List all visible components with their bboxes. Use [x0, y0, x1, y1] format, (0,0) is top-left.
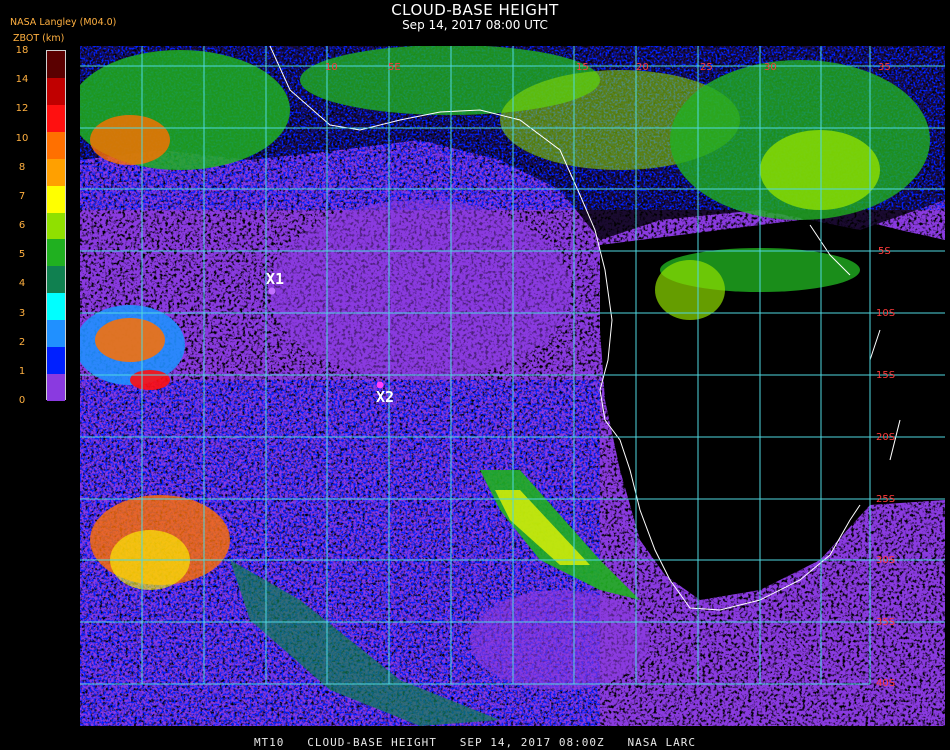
footer-caption: MT10 CLOUD-BASE HEIGHT SEP 14, 2017 08:0…	[253, 736, 697, 749]
satellite-map: 10 5E 15 20 25 30 35 5S 10S 15S 20S 25S …	[80, 45, 945, 726]
lat-label: 10S	[876, 308, 895, 319]
lat-label: 40S	[876, 678, 895, 689]
marker-x1-dot	[268, 287, 276, 295]
lon-label: 30	[764, 62, 777, 73]
marker-x1-label: X1	[266, 270, 284, 288]
marker-x2-label: X2	[376, 388, 394, 406]
color-swatch	[47, 185, 65, 213]
color-swatch	[47, 320, 65, 348]
color-swatch	[47, 293, 65, 321]
color-scale-tick: 8	[18, 161, 26, 173]
color-scale-tick: 10	[15, 132, 29, 144]
lon-label: 10	[325, 62, 338, 73]
color-scale-bar	[46, 50, 66, 402]
color-swatch	[47, 131, 65, 159]
color-swatch	[47, 77, 65, 105]
lon-label: 35	[878, 62, 891, 73]
lat-label: 20S	[876, 432, 895, 443]
color-scale-tick: 0	[18, 395, 26, 406]
color-swatch	[47, 212, 65, 240]
color-scale-tick: 18	[15, 45, 29, 56]
color-scale-tick: 12	[15, 103, 29, 115]
color-scale-tick: 7	[18, 190, 26, 202]
color-scale-tick: 14	[15, 74, 29, 86]
lat-label: 5S	[878, 246, 891, 257]
lon-label: 20	[636, 62, 649, 73]
lat-label: 30S	[876, 555, 895, 566]
color-swatch	[47, 374, 65, 402]
cloud-field	[80, 46, 945, 726]
color-swatch	[47, 347, 65, 375]
color-scale-tick: 2	[18, 336, 26, 348]
color-swatch	[47, 158, 65, 186]
lat-label: 35S	[876, 617, 895, 628]
lon-label: 5E	[388, 62, 401, 73]
lat-label: 25S	[876, 494, 895, 505]
color-scale-tick: 6	[18, 220, 26, 231]
color-swatch	[47, 239, 65, 267]
color-scale-tick: 4	[18, 278, 26, 290]
color-swatch	[47, 51, 65, 78]
color-scale-tick: 1	[18, 365, 26, 377]
lon-label: 15	[576, 62, 589, 73]
color-scale-tick: 3	[18, 307, 26, 319]
lon-label: 25	[700, 62, 713, 73]
color-swatch	[47, 104, 65, 132]
color-swatch	[47, 266, 65, 294]
lat-label: 15S	[876, 370, 895, 381]
color-scale-tick: 5	[18, 249, 26, 261]
